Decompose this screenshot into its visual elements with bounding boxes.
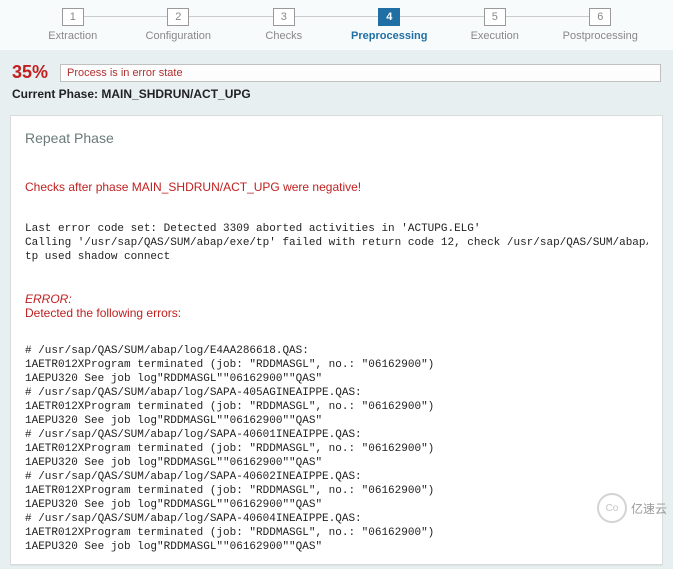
progress-percent: 35% bbox=[12, 62, 48, 83]
log-line: 1AEPU320 See job log"RDDMASGL""06162900"… bbox=[25, 373, 322, 385]
pre-error-lines: Last error code set: Detected 3309 abort… bbox=[25, 208, 648, 264]
result-card: Repeat Phase Checks after phase MAIN_SHD… bbox=[10, 115, 663, 565]
step-label: Postprocessing bbox=[563, 30, 638, 42]
log-line: 1AETR012XProgram terminated (job: "RDDMA… bbox=[25, 443, 434, 455]
step-extraction[interactable]: 1 Extraction bbox=[20, 4, 126, 50]
step-checks[interactable]: 3 Checks bbox=[231, 4, 337, 50]
repeat-phase-link[interactable]: Repeat Phase bbox=[25, 130, 648, 146]
app-root: 1 Extraction 2 Configuration 3 Checks 4 … bbox=[0, 0, 673, 569]
progress-bar: Process is in error state bbox=[60, 64, 661, 82]
step-execution[interactable]: 5 Execution bbox=[442, 4, 548, 50]
log-line: # /usr/sap/QAS/SUM/abap/log/SAPA-40601IN… bbox=[25, 429, 362, 441]
step-bar: 1 Extraction 2 Configuration 3 Checks 4 … bbox=[0, 0, 673, 50]
error-header: ERROR: bbox=[25, 292, 648, 306]
log-line: # /usr/sap/QAS/SUM/abap/log/E4AA286618.Q… bbox=[25, 345, 309, 357]
status-row: 35% Process is in error state bbox=[0, 50, 673, 85]
step-number: 3 bbox=[273, 8, 295, 26]
log-line: Calling '/usr/sap/QAS/SUM/abap/exe/tp' f… bbox=[25, 237, 648, 249]
phase-name: MAIN_SHDRUN/ACT_UPG bbox=[101, 87, 250, 101]
phase-label: Current Phase: bbox=[12, 87, 101, 101]
log-line: Last error code set: Detected 3309 abort… bbox=[25, 223, 480, 235]
negative-title: Checks after phase MAIN_SHDRUN/ACT_UPG w… bbox=[25, 180, 648, 194]
log-line: # /usr/sap/QAS/SUM/abap/log/SAPA-40604IN… bbox=[25, 513, 362, 525]
log-line: 1AEPU320 See job log"RDDMASGL""06162900"… bbox=[25, 499, 322, 511]
step-configuration[interactable]: 2 Configuration bbox=[126, 4, 232, 50]
progress-message: Process is in error state bbox=[67, 67, 183, 79]
watermark: Co 亿速云 bbox=[597, 493, 667, 523]
log-line: # /usr/sap/QAS/SUM/abap/log/SAPA-40602IN… bbox=[25, 471, 362, 483]
watermark-text: 亿速云 bbox=[631, 500, 667, 517]
step-number: 6 bbox=[589, 8, 611, 26]
step-label: Execution bbox=[471, 30, 519, 42]
step-number: 5 bbox=[484, 8, 506, 26]
step-label: Checks bbox=[265, 30, 302, 42]
log-line: 1AEPU320 See job log"RDDMASGL""06162900"… bbox=[25, 415, 322, 427]
log-line: 1AEPU320 See job log"RDDMASGL""06162900"… bbox=[25, 457, 322, 469]
step-preprocessing[interactable]: 4 Preprocessing bbox=[337, 4, 443, 50]
step-label: Preprocessing bbox=[351, 30, 427, 42]
error-subtitle: Detected the following errors: bbox=[25, 306, 648, 320]
step-label: Configuration bbox=[146, 30, 211, 42]
step-label: Extraction bbox=[48, 30, 97, 42]
log-line: 1AEPU320 See job log"RDDMASGL""06162900"… bbox=[25, 541, 322, 553]
log-line: 1AETR012XProgram terminated (job: "RDDMA… bbox=[25, 401, 434, 413]
log-line: 1AETR012XProgram terminated (job: "RDDMA… bbox=[25, 359, 434, 371]
watermark-icon: Co bbox=[597, 493, 627, 523]
log-line: # /usr/sap/QAS/SUM/abap/log/SAPA-405AGIN… bbox=[25, 387, 362, 399]
error-lines: # /usr/sap/QAS/SUM/abap/log/E4AA286618.Q… bbox=[25, 330, 648, 554]
step-number: 2 bbox=[167, 8, 189, 26]
step-postprocessing[interactable]: 6 Postprocessing bbox=[548, 4, 654, 50]
step-number: 4 bbox=[378, 8, 400, 26]
step-number: 1 bbox=[62, 8, 84, 26]
log-line: tp used shadow connect bbox=[25, 251, 170, 263]
log-line: 1AETR012XProgram terminated (job: "RDDMA… bbox=[25, 485, 434, 497]
current-phase: Current Phase: MAIN_SHDRUN/ACT_UPG bbox=[0, 85, 673, 111]
